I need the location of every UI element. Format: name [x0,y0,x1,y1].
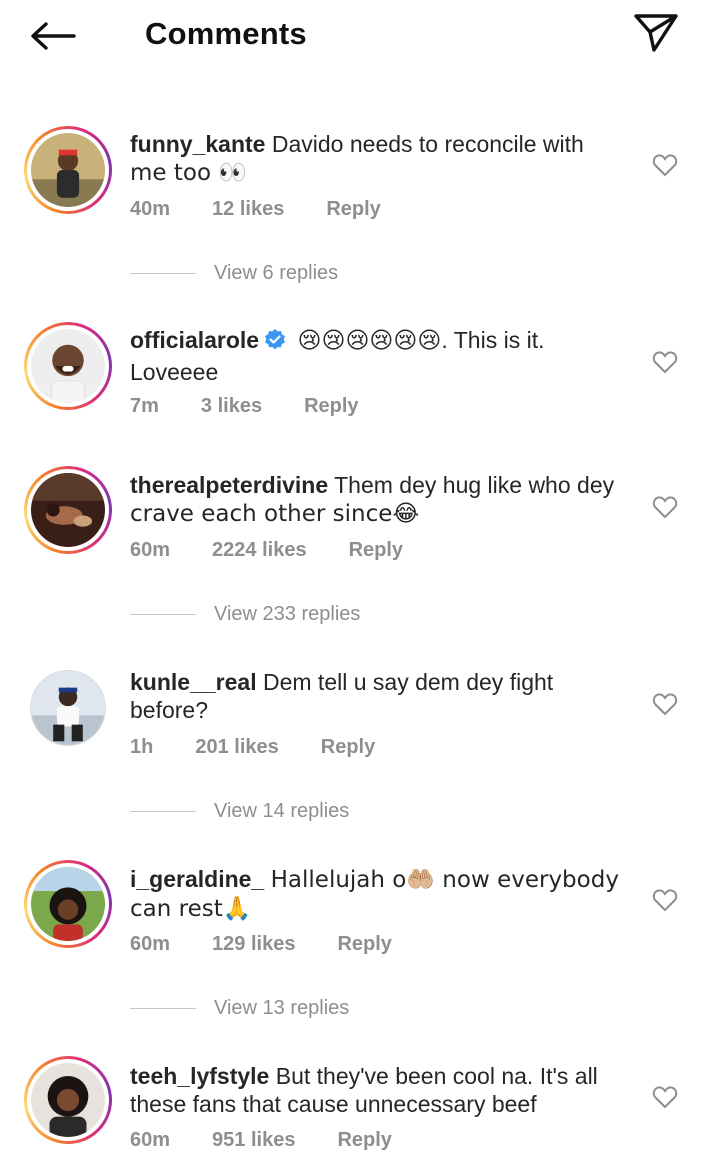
reply-button[interactable]: Reply [337,933,391,956]
view-replies-button[interactable]: View 14 replies [130,800,349,823]
profile-photo [31,671,105,745]
heart-icon[interactable] [652,495,678,519]
comment-username[interactable]: therealpeterdivine [130,472,328,498]
avatar[interactable] [24,466,112,554]
comment-time: 40m [130,198,171,220]
comment-time: 60m [130,933,171,955]
reply-button[interactable]: Reply [304,395,358,418]
comment-meta: 40m 12 likes Reply [130,198,381,221]
comment-username[interactable]: kunle__real [130,669,257,695]
paper-plane-icon [634,14,678,52]
likes-count[interactable]: 201 likes [195,736,278,759]
comment-meta: 7m 3 likes Reply [130,395,359,418]
comment-time: 1h [130,736,154,758]
comment-time: 7m [130,395,159,417]
reply-button[interactable]: Reply [349,539,403,562]
profile-photo [31,329,105,403]
comment-text: i_geraldine_ Hallelujah o🤲🏼 now everybod… [130,866,619,922]
avatar[interactable] [24,860,112,948]
heart-icon[interactable] [652,692,678,716]
comment-text: therealpeterdivine Them dey hug like who… [130,472,615,527]
comment-meta: 60m 951 likes Reply [130,1129,392,1152]
profile-photo [31,1063,105,1137]
likes-count[interactable]: 951 likes [212,1129,295,1152]
view-replies-button[interactable]: View 13 replies [130,997,349,1020]
page-title: Comments [145,16,307,51]
divider [130,614,196,615]
top-bar: Comments [0,0,720,80]
verified-badge-icon [263,328,287,358]
avatar[interactable] [24,322,112,410]
profile-photo [31,867,105,941]
comment-time: 60m [130,539,171,561]
divider [130,273,196,274]
comment-text: funny_kante Davido needs to reconcile wi… [130,131,584,186]
comment-text: teeh_lyfstyle But they've been cool na. … [130,1063,598,1117]
back-button[interactable] [28,12,84,60]
likes-count[interactable]: 12 likes [212,198,284,221]
likes-count[interactable]: 2224 likes [212,539,307,562]
view-replies-button[interactable]: View 6 replies [130,262,338,285]
likes-count[interactable]: 3 likes [201,395,262,418]
profile-photo [31,133,105,207]
comment-meta: 60m 129 likes Reply [130,933,392,956]
likes-count[interactable]: 129 likes [212,933,295,956]
comment-text: kunle__real Dem tell u say dem dey fight… [130,669,554,723]
view-replies-button[interactable]: View 233 replies [130,603,360,626]
heart-icon[interactable] [652,153,678,177]
reply-button[interactable]: Reply [326,198,380,221]
comment-meta: 1h 201 likes Reply [130,736,375,759]
divider [130,1008,196,1009]
comment-meta: 60m 2224 likes Reply [130,539,403,562]
avatar[interactable] [24,126,112,214]
avatar[interactable] [24,1056,112,1144]
comment-time: 60m [130,1129,171,1151]
share-button[interactable] [630,10,682,56]
divider [130,811,196,812]
comment-username[interactable]: i_geraldine_ [130,866,264,892]
heart-icon[interactable] [652,1085,678,1109]
reply-button[interactable]: Reply [321,736,375,759]
comment-username[interactable]: officialarole [130,327,259,353]
avatar[interactable] [30,670,106,746]
reply-button[interactable]: Reply [337,1129,391,1152]
profile-photo [31,473,105,547]
comment-username[interactable]: teeh_lyfstyle [130,1063,269,1089]
heart-icon[interactable] [652,350,678,374]
comment-username[interactable]: funny_kante [130,131,265,157]
heart-icon[interactable] [652,888,678,912]
comment-text: officialarole 😢😢😢😢😢😢. This is it. Loveee… [130,327,545,385]
arrow-left-icon [31,22,76,50]
